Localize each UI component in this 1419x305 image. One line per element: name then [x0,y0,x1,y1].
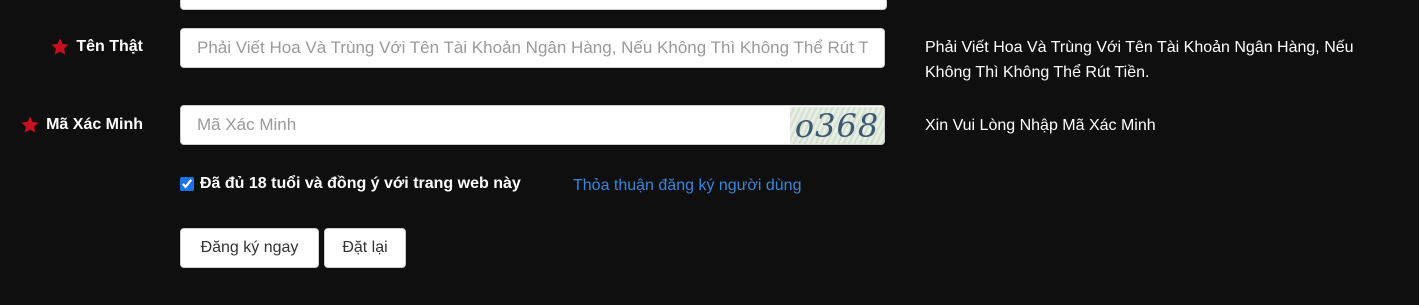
required-star-icon [21,116,39,133]
verify-code-input[interactable] [181,106,884,144]
verify-code-label-group: Mã Xác Minh [20,115,143,135]
reset-button[interactable]: Đặt lại [324,228,406,268]
agree-checkbox[interactable] [180,177,194,191]
required-star-icon [51,38,69,55]
agree-text: Đã đủ 18 tuổi và đồng ý với trang web nà… [200,175,521,192]
user-agreement-link[interactable]: Thỏa thuận đăng ký người dùng [573,177,801,195]
real-name-hint: Phải Viết Hoa Và Trùng Với Tên Tài Khoản… [925,39,1354,81]
registration-form: Tên Thật Phải Viết Hoa Và Trùng Với Tên … [0,0,1419,305]
previous-input-field[interactable] [180,0,887,10]
real-name-label: Tên Thật [76,38,143,55]
verify-code-field[interactable]: o368 [180,105,885,145]
verify-code-label: Mã Xác Minh [46,116,143,133]
verify-code-hint: Xin Vui Lòng Nhập Mã Xác Minh [925,117,1156,134]
real-name-input[interactable] [181,29,884,67]
agree-row[interactable]: Đã đủ 18 tuổi và đồng ý với trang web nà… [180,175,521,193]
real-name-label-group: Tên Thật [50,37,143,57]
captcha-image[interactable]: o368 [790,107,884,144]
real-name-field[interactable] [180,28,885,68]
register-button[interactable]: Đăng ký ngay [180,228,319,268]
